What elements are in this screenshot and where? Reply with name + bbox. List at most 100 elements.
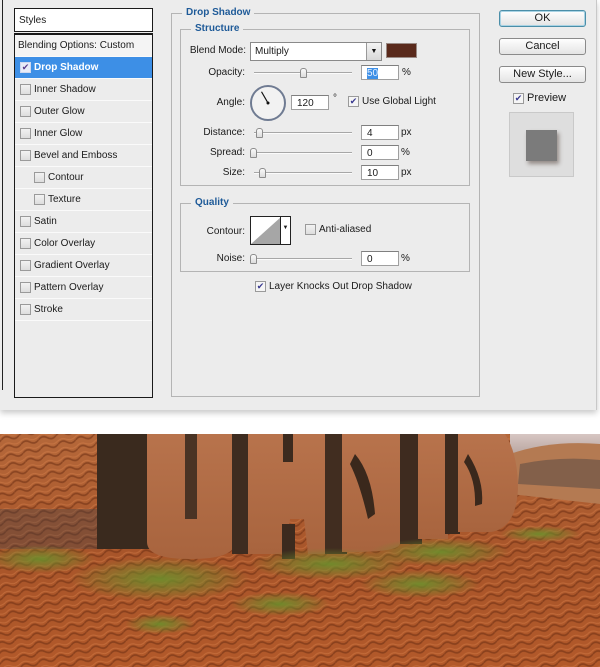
size-slider-track <box>254 172 352 174</box>
desert-scene <box>0 434 600 667</box>
angle-dial[interactable] <box>250 85 286 121</box>
spread-value: 0 <box>367 148 373 159</box>
style-item-color-overlay[interactable]: Color Overlay <box>15 233 152 255</box>
spread-slider-thumb[interactable] <box>250 148 257 158</box>
contour-label: Contour: <box>206 226 245 237</box>
opacity-slider-thumb[interactable] <box>300 68 307 78</box>
style-item-inner-shadow[interactable]: Inner Shadow <box>15 79 152 101</box>
angle-dial-needle <box>260 91 270 105</box>
style-item-label: Texture <box>48 194 81 205</box>
angle-value: 120 <box>297 98 314 109</box>
shadow-color-swatch[interactable] <box>386 43 417 58</box>
checkbox-empty-icon[interactable] <box>305 224 316 235</box>
noise-input[interactable]: 0 <box>361 251 399 266</box>
dune-shadow <box>518 458 600 489</box>
spread-unit: % <box>401 147 410 158</box>
size-slider[interactable] <box>254 168 352 178</box>
angle-label: Angle: <box>216 97 245 108</box>
checkbox-check-icon[interactable]: ✔ <box>513 92 524 104</box>
letter-a-hole <box>283 434 293 462</box>
anti-aliased-checkbox[interactable]: Anti-aliased <box>305 224 371 235</box>
quality-title: Quality <box>191 197 233 208</box>
oasis-desert-image <box>0 434 600 667</box>
angle-input[interactable]: 120 <box>291 95 329 110</box>
style-item-label: Color Overlay <box>34 238 96 249</box>
checkbox-check-icon[interactable]: ✔ <box>255 281 266 292</box>
opacity-input[interactable]: 50 <box>361 65 399 80</box>
styles-header[interactable]: Styles <box>14 8 153 32</box>
distance-value: 4 <box>367 128 373 139</box>
checkbox-empty-icon[interactable] <box>20 304 31 315</box>
distance-input[interactable]: 4 <box>361 125 399 140</box>
style-item-outer-glow[interactable]: Outer Glow <box>15 101 152 123</box>
cancel-button[interactable]: Cancel <box>499 38 586 55</box>
opacity-slider[interactable] <box>254 68 352 78</box>
chevron-down-icon[interactable]: ▼ <box>280 217 290 244</box>
noise-label: Noise: <box>216 253 245 264</box>
structure-title: Structure <box>191 23 244 34</box>
style-item-inner-glow[interactable]: Inner Glow <box>15 123 152 145</box>
blend-mode-label: Blend Mode: <box>189 45 246 56</box>
style-item-label: Bevel and Emboss <box>34 150 118 161</box>
checkbox-empty-icon[interactable] <box>34 194 45 205</box>
checkbox-empty-icon[interactable] <box>20 260 31 271</box>
contour-linear-icon <box>251 217 281 244</box>
distance-slider-thumb[interactable] <box>256 128 263 138</box>
style-item-label: Inner Glow <box>34 128 83 139</box>
noise-slider-thumb[interactable] <box>250 254 257 264</box>
checkbox-empty-icon[interactable] <box>20 282 31 293</box>
use-global-light-checkbox[interactable]: ✔ Use Global Light <box>348 96 436 107</box>
style-item-stroke[interactable]: Stroke <box>15 299 152 321</box>
checkbox-empty-icon[interactable] <box>20 150 31 161</box>
style-item-label: Stroke <box>34 304 63 315</box>
noise-slider[interactable] <box>250 254 352 264</box>
style-item-pattern-overlay[interactable]: Pattern Overlay <box>15 277 152 299</box>
layer-knocks-out-checkbox[interactable]: ✔ Layer Knocks Out Drop Shadow <box>255 281 412 292</box>
letter-s2 <box>458 434 518 532</box>
style-item-blending-options-custom[interactable]: Blending Options: Custom <box>15 35 152 57</box>
new-style-button[interactable]: New Style... <box>499 66 586 83</box>
style-item-gradient-overlay[interactable]: Gradient Overlay <box>15 255 152 277</box>
distance-label: Distance: <box>203 127 245 138</box>
style-item-texture[interactable]: Texture <box>15 189 152 211</box>
opacity-label: Opacity: <box>208 67 245 78</box>
use-global-light-label: Use Global Light <box>362 96 436 107</box>
contour-picker[interactable]: ▼ <box>250 216 291 245</box>
checkbox-empty-icon[interactable] <box>20 216 31 227</box>
style-item-drop-shadow[interactable]: ✔ Drop Shadow <box>15 57 152 79</box>
distance-slider[interactable] <box>254 128 352 138</box>
size-unit: px <box>401 167 412 178</box>
style-item-label: Outer Glow <box>34 106 85 117</box>
size-label: Size: <box>222 167 245 178</box>
spread-slider-track <box>250 152 352 154</box>
letter-a-side <box>232 434 250 554</box>
style-item-satin[interactable]: Satin <box>15 211 152 233</box>
style-item-label: Inner Shadow <box>34 84 96 95</box>
angle-unit: ° <box>333 93 337 104</box>
checkbox-empty-icon[interactable] <box>20 84 31 95</box>
checkbox-empty-icon[interactable] <box>20 106 31 117</box>
style-item-bevel-and-emboss[interactable]: Bevel and Emboss <box>15 145 152 167</box>
chevron-down-icon[interactable]: ▼ <box>366 43 381 60</box>
letter-s2-side <box>445 434 460 534</box>
size-slider-thumb[interactable] <box>259 168 266 178</box>
size-input[interactable]: 10 <box>361 165 399 180</box>
size-value: 10 <box>367 168 379 179</box>
style-preview-thumbnail <box>509 112 574 177</box>
checkbox-empty-icon[interactable] <box>20 128 31 139</box>
checkbox-empty-icon[interactable] <box>34 172 45 183</box>
style-item-contour[interactable]: Contour <box>15 167 152 189</box>
opacity-unit: % <box>402 67 411 78</box>
spread-slider[interactable] <box>250 148 352 158</box>
letter-o-side <box>97 434 152 549</box>
style-item-label: Gradient Overlay <box>34 260 110 271</box>
distance-unit: px <box>401 127 412 138</box>
preview-checkbox[interactable]: ✔ Preview <box>513 92 566 104</box>
checkbox-check-icon[interactable]: ✔ <box>348 96 359 107</box>
style-item-label: Pattern Overlay <box>34 282 104 293</box>
spread-input[interactable]: 0 <box>361 145 399 160</box>
blend-mode-select[interactable]: Multiply ▼ <box>250 42 382 61</box>
ok-button[interactable]: OK <box>499 10 586 27</box>
checkbox-check-icon[interactable]: ✔ <box>20 62 31 73</box>
checkbox-empty-icon[interactable] <box>20 238 31 249</box>
